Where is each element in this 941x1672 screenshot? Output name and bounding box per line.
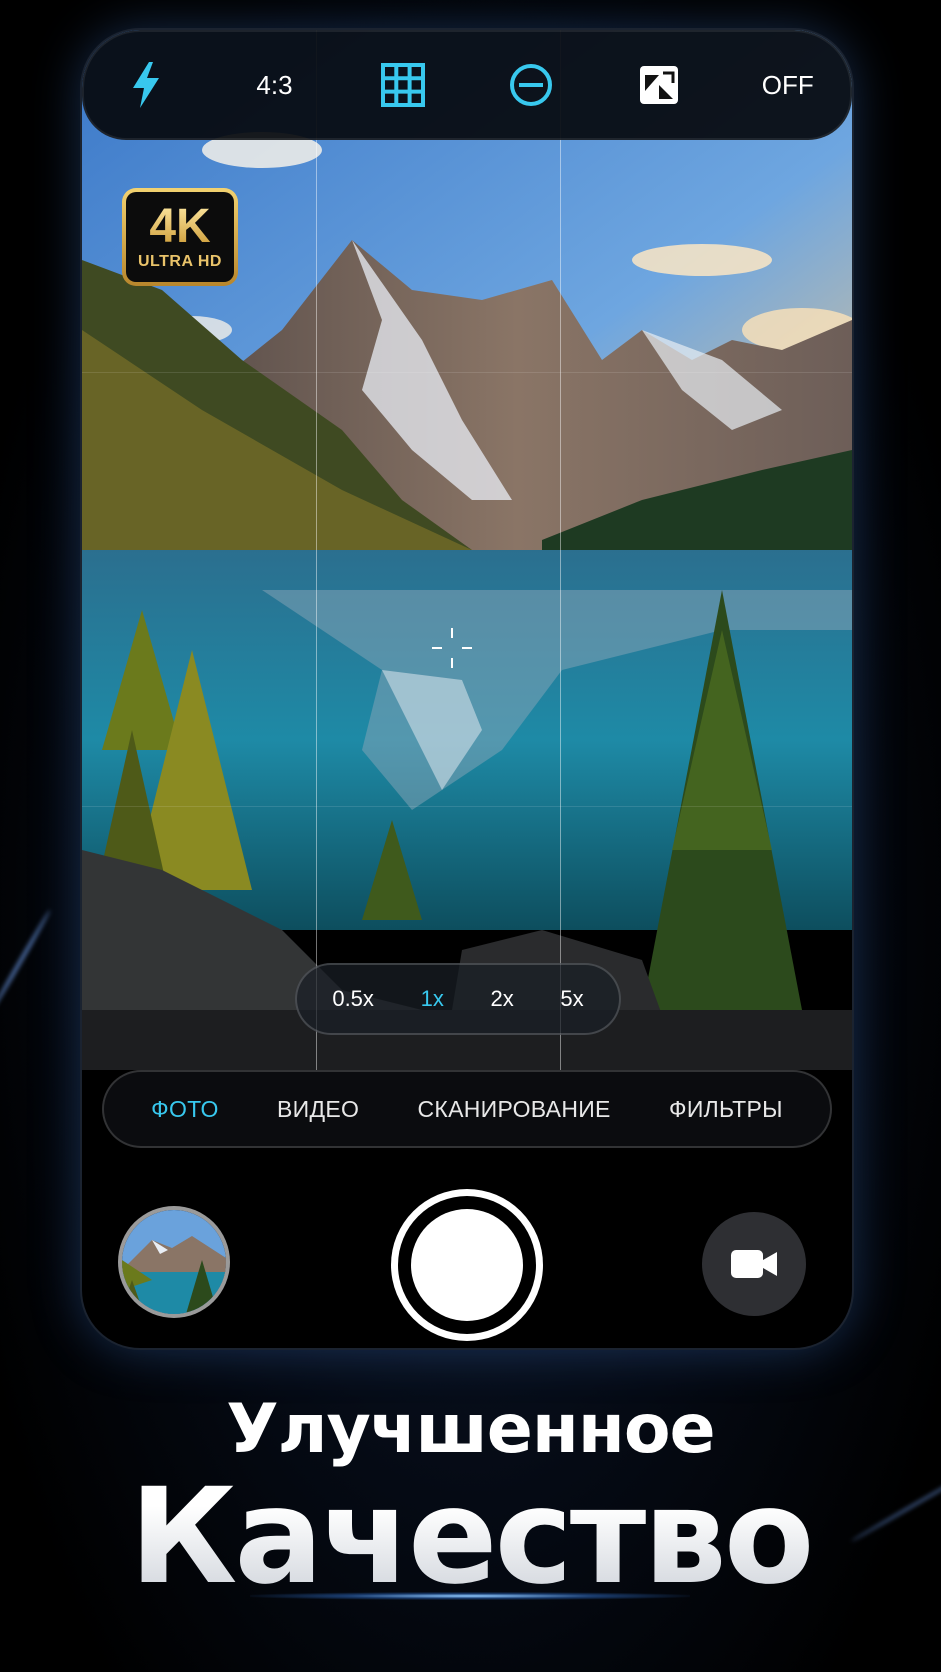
timer-status-label: OFF: [761, 69, 814, 100]
gallery-thumbnail-image: [122, 1210, 226, 1314]
video-record-button[interactable]: [702, 1212, 806, 1316]
shutter-core: [411, 1209, 523, 1321]
aspect-ratio-button[interactable]: 4:3: [234, 55, 314, 115]
mode-tab-scan[interactable]: СКАНИРОВАНИЕ: [417, 1096, 610, 1123]
grid-line-horizontal-1: [82, 372, 852, 373]
flash-button[interactable]: [106, 55, 186, 115]
aspect-ratio-label: 4:3: [256, 69, 293, 100]
4k-ultra-hd-badge: 4K ULTRA HD: [122, 188, 238, 286]
zoom-option-0-5x[interactable]: 0.5x: [332, 986, 374, 1012]
zoom-option-5x[interactable]: 5x: [560, 986, 583, 1012]
mode-tab-video[interactable]: ВИДЕО: [277, 1096, 359, 1123]
badge-ultra-hd-text: ULTRA HD: [138, 253, 222, 270]
grid-icon: [380, 63, 425, 107]
headline-line-2: Качество: [0, 1460, 941, 1614]
hdr-icon: [640, 66, 679, 104]
headline-glow: [250, 1592, 690, 1600]
mode-tab-photo[interactable]: ФОТО: [151, 1096, 218, 1123]
timer-button[interactable]: OFF: [748, 55, 828, 115]
gallery-thumbnail[interactable]: [122, 1210, 226, 1314]
light-streak-left: [0, 909, 52, 1015]
focus-reticle-icon: [432, 628, 472, 668]
grid-line-vertical-2: [560, 30, 561, 1070]
shutter-button[interactable]: [398, 1196, 536, 1334]
zoom-option-1x[interactable]: 1x: [421, 986, 444, 1012]
camera-top-toolbar: 4:3 OFF: [82, 30, 852, 140]
mode-tab-filters[interactable]: ФИЛЬТРЫ: [669, 1096, 783, 1123]
exposure-button[interactable]: [491, 55, 571, 115]
grid-line-vertical-1: [316, 30, 317, 1070]
flash-icon: [133, 62, 160, 108]
hdr-button[interactable]: [619, 55, 699, 115]
zoom-selector: 0.5x 1x 2x 5x: [295, 963, 621, 1035]
phone-mockup: 4:3 OFF 4K ULTRA HD 0.5x 1x 2x 5x ФОТО В…: [82, 30, 852, 1348]
grid-line-horizontal-2: [82, 806, 852, 807]
exposure-icon: [510, 64, 553, 106]
video-camera-icon: [731, 1250, 777, 1278]
headline-line-1: Улучшенное: [226, 1390, 715, 1469]
zoom-option-2x[interactable]: 2x: [490, 986, 513, 1012]
viewfinder-scene: [82, 30, 852, 1070]
grid-button[interactable]: [363, 55, 443, 115]
camera-mode-bar: ФОТО ВИДЕО СКАНИРОВАНИЕ ФИЛЬТРЫ: [102, 1070, 832, 1148]
badge-4k-text: 4K: [149, 200, 211, 253]
